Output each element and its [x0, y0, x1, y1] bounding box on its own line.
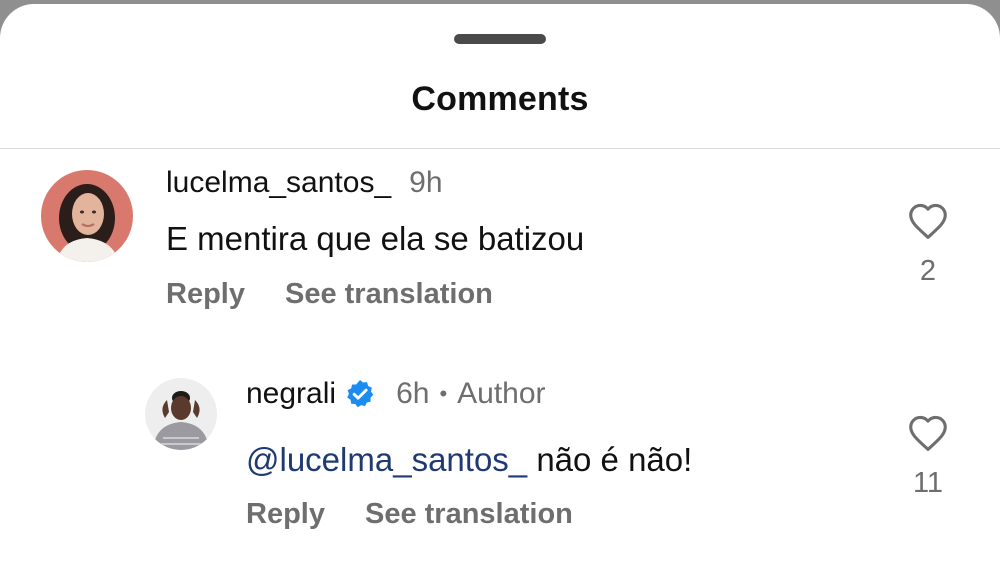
heart-icon[interactable] [907, 414, 949, 452]
comment-actions: Reply See translation [166, 278, 493, 311]
separator-dot: • [439, 381, 448, 406]
like-count: 11 [912, 467, 944, 499]
username[interactable]: negrali [246, 377, 336, 411]
sheet-title: Comments [411, 80, 589, 118]
drag-handle[interactable] [454, 34, 546, 44]
like-button[interactable]: 11 [888, 414, 968, 500]
profile-photo-icon [145, 378, 217, 450]
verified-badge-icon [347, 380, 374, 408]
comment-header: negrali 6h • Author [246, 377, 546, 411]
mention-link[interactable]: @lucelma_santos_ [246, 441, 527, 478]
header-divider [0, 148, 1000, 149]
profile-photo-icon [41, 170, 133, 262]
author-label: Author [457, 377, 546, 410]
timestamp: 9h [409, 166, 443, 199]
avatar[interactable] [145, 378, 217, 450]
comments-sheet: Comments lucelma_santos_ 9h E mentira qu… [0, 4, 1000, 565]
username[interactable]: lucelma_santos_ [166, 166, 391, 200]
comment-body: não é não! [527, 441, 693, 478]
reply-button[interactable]: Reply [166, 278, 245, 311]
timestamp: 6h [396, 377, 430, 410]
like-button[interactable]: 2 [888, 202, 968, 288]
avatar[interactable] [41, 170, 133, 262]
comment-text: E mentira que ela se batizou [166, 220, 584, 258]
comment-actions: Reply See translation [246, 498, 573, 531]
comment-body: E mentira que ela se batizou [166, 220, 585, 257]
comment-text: @lucelma_santos_ não é não! [246, 441, 692, 479]
comment-header: lucelma_santos_ 9h [166, 166, 443, 200]
see-translation-button[interactable]: See translation [285, 278, 493, 311]
like-count: 2 [919, 255, 937, 287]
reply-button[interactable]: Reply [246, 498, 325, 531]
see-translation-button[interactable]: See translation [365, 498, 573, 531]
heart-icon[interactable] [907, 202, 949, 240]
